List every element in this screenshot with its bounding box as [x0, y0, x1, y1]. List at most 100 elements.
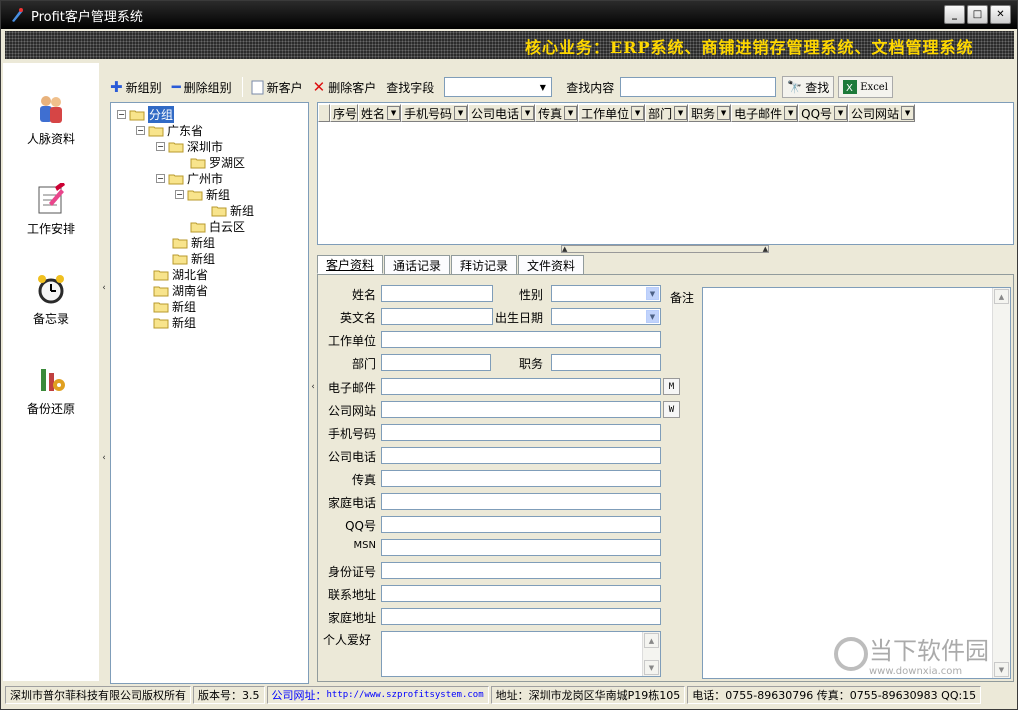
new-group-button[interactable]: ✚ 新组别 [110, 78, 162, 96]
tree-node[interactable]: − 广东省 [136, 122, 203, 139]
birthday-select[interactable]: ▼ [551, 308, 661, 325]
remark-scrollbar[interactable]: ▲ ▼ [992, 288, 1010, 678]
tree-node[interactable]: 新组 [172, 234, 215, 251]
chevron-down-icon: ▼ [539, 82, 546, 92]
tree-node-root[interactable]: − 分组 [117, 106, 175, 123]
scroll-down-icon[interactable]: ▼ [644, 660, 659, 675]
column-header[interactable]: 职务 ▼ [688, 104, 732, 122]
qq-input[interactable] [381, 516, 661, 533]
collapse-icon[interactable]: − [156, 174, 165, 183]
minimize-button[interactable]: _ [944, 5, 965, 24]
left-splitter[interactable]: ‹ ‹ [100, 63, 108, 681]
tab-customer-info[interactable]: 客户资料 [317, 255, 384, 274]
collapse-icon[interactable]: − [175, 190, 184, 199]
open-website-button[interactable]: W [663, 401, 680, 418]
plus-icon: ✚ [110, 78, 123, 96]
column-header[interactable]: 传真 ▼ [535, 104, 579, 122]
filter-dropdown-icon[interactable]: ▼ [564, 106, 578, 120]
column-header[interactable]: 序号 [330, 104, 359, 122]
filter-dropdown-icon[interactable]: ▼ [674, 106, 688, 120]
filter-dropdown-icon[interactable]: ▼ [901, 106, 915, 120]
column-header[interactable]: 手机号码 ▼ [401, 104, 469, 122]
tree-node[interactable]: 白云区 [190, 218, 245, 235]
delete-group-button[interactable]: ━ 删除组别 [172, 78, 232, 96]
filter-dropdown-icon[interactable]: ▼ [834, 106, 848, 120]
tree-node[interactable]: 湖北省 [153, 266, 208, 283]
column-header[interactable]: 工作单位 ▼ [578, 104, 646, 122]
english-name-input[interactable] [381, 308, 493, 325]
column-label: 电子邮件 [734, 106, 783, 121]
column-label: 手机号码 [404, 106, 453, 121]
company-input[interactable] [381, 331, 661, 348]
msn-input[interactable] [381, 539, 661, 556]
column-header[interactable]: 姓名 ▼ [358, 104, 402, 122]
fax-input[interactable] [381, 470, 661, 487]
scroll-up-icon[interactable]: ▲ [644, 633, 659, 648]
toolbar-separator [241, 77, 243, 97]
mobile-input[interactable] [381, 424, 661, 441]
nav-item-schedule[interactable]: 工作安排 [3, 183, 99, 237]
search-button[interactable]: 🔭 查找 [782, 76, 835, 98]
nav-label: 人脉资料 [26, 132, 75, 146]
filter-dropdown-icon[interactable]: ▼ [387, 106, 401, 120]
website-input[interactable] [381, 401, 661, 418]
tree-node[interactable]: − 广州市 [156, 170, 223, 187]
status-website-url[interactable]: http://www.szprofitsystem.com [327, 690, 484, 700]
nav-item-backup[interactable]: 备份还原 [3, 363, 99, 417]
excel-button[interactable]: X Excel [838, 76, 893, 98]
filter-dropdown-icon[interactable]: ▼ [521, 106, 535, 120]
remark-textarea[interactable]: ▲ ▼ [702, 287, 1011, 679]
delete-customer-button[interactable]: ✕ 删除客户 [313, 78, 377, 96]
tree-node[interactable]: 罗湖区 [190, 154, 245, 171]
hobby-scrollbar[interactable]: ▲ ▼ [642, 632, 660, 676]
tree-node[interactable]: 新组 [172, 250, 215, 267]
scroll-up-icon[interactable]: ▲ [994, 289, 1009, 304]
tab-visit-records[interactable]: 拜访记录 [451, 255, 518, 274]
column-header[interactable]: 部门 ▼ [645, 104, 689, 122]
collapse-icon[interactable]: − [117, 110, 126, 119]
search-content-input[interactable] [620, 77, 777, 97]
home-phone-input[interactable] [381, 493, 661, 510]
filter-dropdown-icon[interactable]: ▼ [717, 106, 731, 120]
new-customer-button[interactable]: 新客户 [251, 79, 303, 96]
notepad-icon [38, 183, 65, 214]
home-address-input[interactable] [381, 608, 661, 625]
department-input[interactable] [381, 354, 491, 371]
position-input[interactable] [551, 354, 661, 371]
tree-node[interactable]: 新组 [211, 202, 254, 219]
gender-select[interactable]: ▼ [551, 285, 661, 302]
scroll-down-icon[interactable]: ▼ [994, 662, 1009, 677]
column-header[interactable]: 公司网站 ▼ [848, 104, 916, 122]
filter-dropdown-icon[interactable]: ▼ [784, 106, 798, 120]
company-phone-input[interactable] [381, 447, 661, 464]
send-email-button[interactable]: M [663, 378, 680, 395]
contact-address-input[interactable] [381, 585, 661, 602]
tree-node[interactable]: 新组 [153, 298, 196, 315]
middle-splitter[interactable]: ‹ [310, 102, 316, 682]
nav-item-memo[interactable]: 备忘录 [3, 273, 99, 327]
filter-dropdown-icon[interactable]: ▼ [631, 106, 645, 120]
name-input[interactable] [381, 285, 493, 302]
tab-file-documents[interactable]: 文件资料 [518, 255, 585, 274]
tree-node[interactable]: − 新组 [175, 186, 230, 203]
close-button[interactable]: ✕ [990, 5, 1011, 24]
tree-node[interactable]: − 深圳市 [156, 138, 223, 155]
email-input[interactable] [381, 378, 661, 395]
id-number-input[interactable] [381, 562, 661, 579]
column-header[interactable]: 电子邮件 ▼ [731, 104, 799, 122]
search-field-select[interactable]: ▼ [444, 77, 553, 97]
nav-item-contacts[interactable]: 人脉资料 [3, 93, 99, 147]
tab-call-records[interactable]: 通话记录 [384, 255, 451, 274]
hobby-textarea[interactable]: ▲ ▼ [381, 631, 661, 677]
status-website[interactable]: 公司网址： http://www.szprofitsystem.com [266, 686, 489, 704]
horizontal-splitter[interactable]: ▲ ▲ [317, 245, 1014, 254]
maximize-button[interactable]: □ [967, 5, 988, 24]
column-header[interactable]: 公司电话 ▼ [468, 104, 536, 122]
tree-node-label: 新组 [191, 236, 216, 250]
filter-dropdown-icon[interactable]: ▼ [454, 106, 468, 120]
tree-node[interactable]: 新组 [153, 314, 196, 331]
tree-node[interactable]: 湖南省 [153, 282, 208, 299]
column-header[interactable]: QQ号 ▼ [798, 104, 849, 122]
collapse-icon[interactable]: − [156, 142, 165, 151]
collapse-icon[interactable]: − [136, 126, 145, 135]
